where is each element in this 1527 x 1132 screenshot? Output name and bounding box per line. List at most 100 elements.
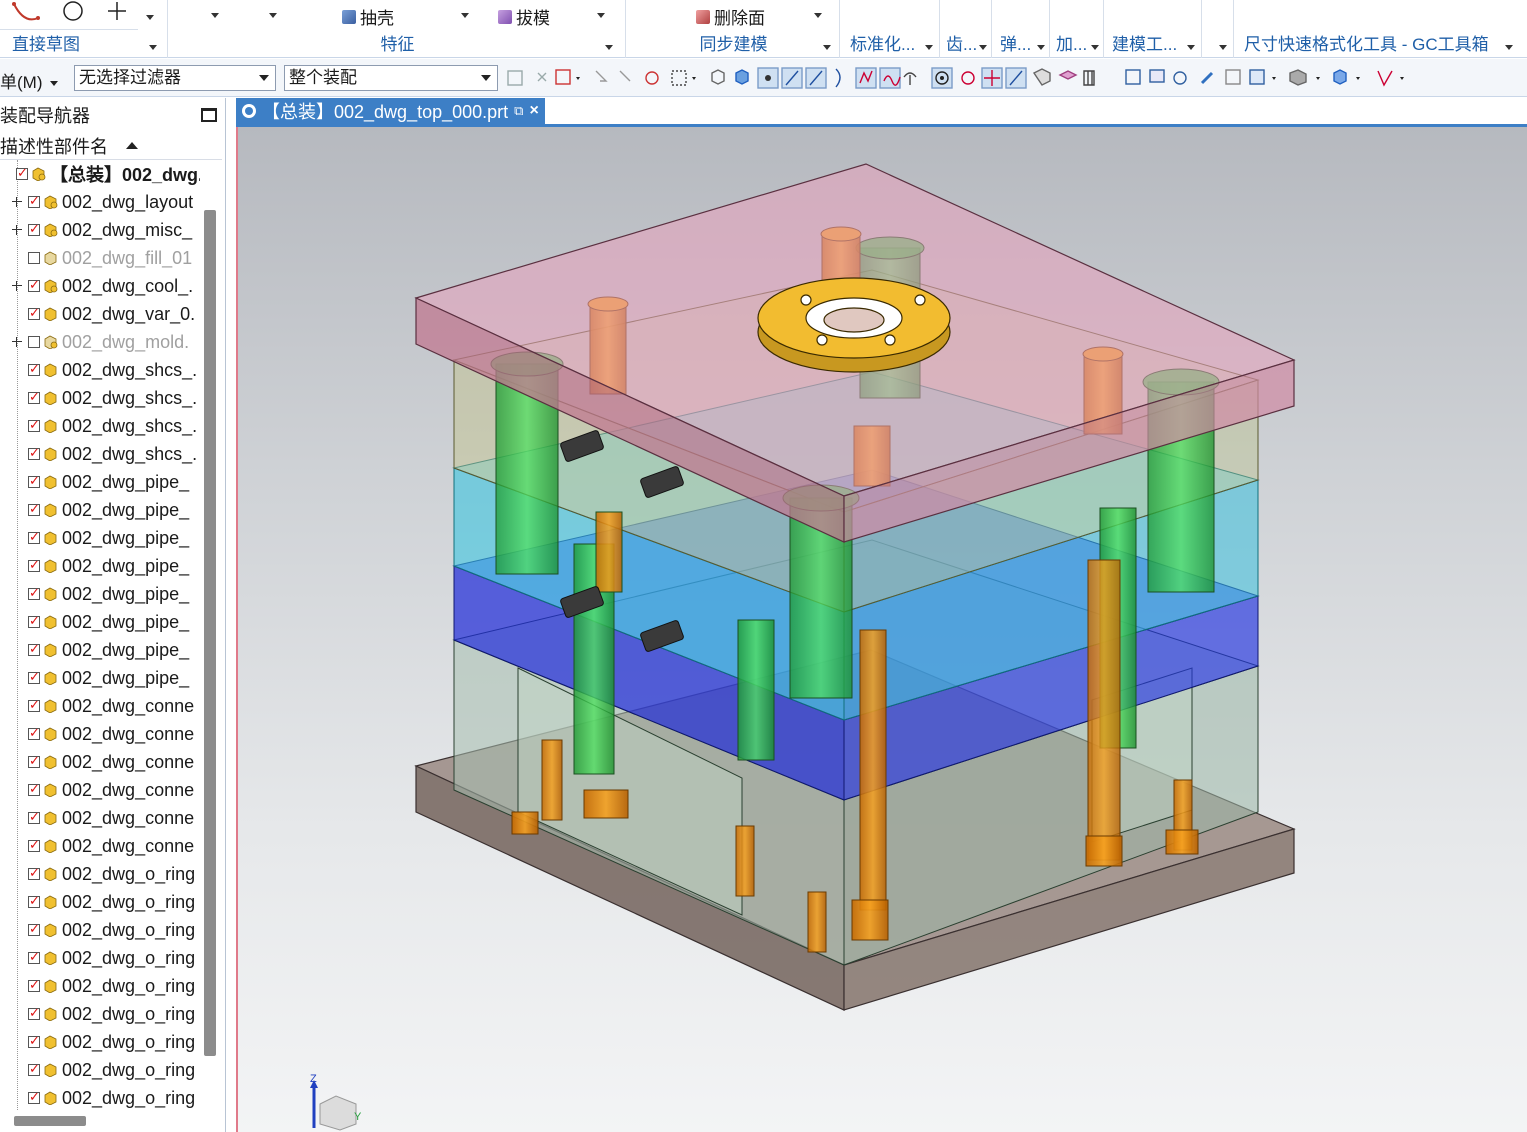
- visibility-checkbox[interactable]: [28, 1033, 40, 1049]
- visibility-checkbox[interactable]: [28, 252, 40, 264]
- tree-node[interactable]: 002_dwg_layout: [0, 188, 200, 216]
- tree-node[interactable]: 002_dwg_pipe_: [0, 468, 200, 496]
- visibility-checkbox[interactable]: [28, 193, 40, 209]
- tree-node[interactable]: 002_dwg_shcs_.: [0, 412, 200, 440]
- visibility-checkbox[interactable]: [28, 1089, 40, 1105]
- expand-icon[interactable]: [12, 225, 22, 235]
- visibility-checkbox[interactable]: [28, 305, 40, 321]
- group-expand-gc-toolbox[interactable]: [1505, 45, 1513, 50]
- tree-root-assembly[interactable]: 【总装】002_dwg.: [0, 160, 200, 188]
- tree-node[interactable]: 002_dwg_pipe_: [0, 636, 200, 664]
- close-icon[interactable]: ×: [529, 102, 538, 120]
- visibility-checkbox[interactable]: [28, 529, 40, 545]
- maximize-icon[interactable]: [201, 108, 217, 122]
- visibility-checkbox[interactable]: [28, 336, 40, 348]
- tree-node[interactable]: 002_dwg_conne: [0, 720, 200, 748]
- visibility-checkbox[interactable]: [28, 557, 40, 573]
- feature-dropdown-3[interactable]: [461, 13, 469, 18]
- visibility-checkbox[interactable]: [28, 865, 40, 881]
- tree-node[interactable]: 002_dwg_var_0.: [0, 300, 200, 328]
- visibility-checkbox[interactable]: [28, 753, 40, 769]
- tree-node[interactable]: 002_dwg_conne: [0, 748, 200, 776]
- tree-node[interactable]: 002_dwg_pipe_: [0, 552, 200, 580]
- visibility-checkbox[interactable]: [28, 473, 40, 489]
- menu-button[interactable]: 单(M): [0, 68, 59, 93]
- visibility-checkbox[interactable]: [28, 1061, 40, 1077]
- tree-node[interactable]: 002_dwg_o_ring: [0, 1000, 200, 1028]
- visibility-checkbox[interactable]: [28, 417, 40, 433]
- tree-node[interactable]: 002_dwg_pipe_: [0, 608, 200, 636]
- tree-node[interactable]: 002_dwg_o_ring: [0, 1084, 200, 1110]
- visibility-checkbox[interactable]: [28, 1005, 40, 1021]
- delete-face-button[interactable]: 删除面: [696, 4, 765, 29]
- mold-assembly-model[interactable]: Z Y: [238, 127, 1527, 1132]
- tree-node[interactable]: 002_dwg_o_ring: [0, 972, 200, 1000]
- shell-button[interactable]: 抽壳: [342, 4, 394, 29]
- draft-button[interactable]: 拔模: [498, 4, 550, 29]
- tree-node[interactable]: 002_dwg_misc_: [0, 216, 200, 244]
- visibility-checkbox[interactable]: [28, 893, 40, 909]
- tree-node[interactable]: 002_dwg_pipe_: [0, 580, 200, 608]
- group-expand-sync-modeling[interactable]: [823, 45, 831, 50]
- tree-node[interactable]: 002_dwg_conne: [0, 804, 200, 832]
- selection-filter-select[interactable]: 无选择过滤器: [74, 65, 276, 91]
- group-expand-gear[interactable]: [979, 45, 987, 50]
- tree-node[interactable]: 002_dwg_pipe_: [0, 496, 200, 524]
- tree-node[interactable]: 002_dwg_pipe_: [0, 664, 200, 692]
- sync-dropdown[interactable]: [814, 13, 822, 18]
- navigator-vertical-scrollbar[interactable]: [204, 210, 216, 1056]
- tree-node[interactable]: 002_dwg_o_ring: [0, 1056, 200, 1084]
- visibility-checkbox[interactable]: [28, 361, 40, 377]
- visibility-checkbox[interactable]: [28, 781, 40, 797]
- tree-node[interactable]: 002_dwg_o_ring: [0, 1028, 200, 1056]
- tree-node[interactable]: 002_dwg_shcs_.: [0, 356, 200, 384]
- visibility-checkbox[interactable]: [16, 165, 28, 181]
- sketch-more-dropdown[interactable]: [146, 15, 154, 20]
- tree-node[interactable]: 002_dwg_fill_01: [0, 244, 200, 272]
- tree-node[interactable]: 002_dwg_cool_.: [0, 272, 200, 300]
- tree-node[interactable]: 002_dwg_shcs_.: [0, 384, 200, 412]
- visibility-checkbox[interactable]: [28, 613, 40, 629]
- tree-node[interactable]: 002_dwg_shcs_.: [0, 440, 200, 468]
- expand-icon[interactable]: [12, 281, 22, 291]
- group-expand-add[interactable]: [1091, 45, 1099, 50]
- visibility-checkbox[interactable]: [28, 977, 40, 993]
- feature-dropdown-1[interactable]: [211, 13, 219, 18]
- visibility-checkbox[interactable]: [28, 585, 40, 601]
- tree-node[interactable]: 002_dwg_conne: [0, 692, 200, 720]
- group-expand-direct-sketch[interactable]: [149, 45, 157, 50]
- group-expand-overflow[interactable]: [1219, 45, 1227, 50]
- column-header-descriptive-part-name[interactable]: 描述性部件名: [0, 132, 222, 160]
- feature-dropdown-4[interactable]: [597, 13, 605, 18]
- visibility-checkbox[interactable]: [28, 725, 40, 741]
- tree-node[interactable]: 002_dwg_o_ring: [0, 888, 200, 916]
- selection-scope-select[interactable]: 整个装配: [284, 65, 498, 91]
- tree-node[interactable]: 002_dwg_o_ring: [0, 916, 200, 944]
- tree-node[interactable]: 002_dwg_conne: [0, 776, 200, 804]
- group-expand-spring[interactable]: [1037, 45, 1045, 50]
- visibility-checkbox[interactable]: [28, 389, 40, 405]
- visibility-checkbox[interactable]: [28, 949, 40, 965]
- visibility-checkbox[interactable]: [28, 921, 40, 937]
- visibility-checkbox[interactable]: [28, 445, 40, 461]
- tree-node[interactable]: 002_dwg_pipe_: [0, 524, 200, 552]
- feature-dropdown-2[interactable]: [269, 13, 277, 18]
- visibility-checkbox[interactable]: [28, 501, 40, 517]
- document-tab[interactable]: 【总装】002_dwg_top_000.prt ⧉ ×: [236, 98, 545, 124]
- visibility-checkbox[interactable]: [28, 277, 40, 293]
- visibility-checkbox[interactable]: [28, 809, 40, 825]
- group-expand-feature[interactable]: [605, 45, 613, 50]
- expand-icon[interactable]: [12, 197, 22, 207]
- visibility-checkbox[interactable]: [28, 837, 40, 853]
- tree-node[interactable]: 002_dwg_o_ring: [0, 944, 200, 972]
- navigator-horizontal-scrollbar[interactable]: [14, 1116, 86, 1126]
- pin-icon[interactable]: ⧉: [514, 103, 523, 119]
- group-expand-standard[interactable]: [925, 45, 933, 50]
- tree-node[interactable]: 002_dwg_o_ring: [0, 860, 200, 888]
- point-sketch-icon[interactable]: [104, 0, 130, 26]
- arc-sketch-icon[interactable]: [8, 0, 44, 26]
- visibility-checkbox[interactable]: [28, 697, 40, 713]
- visibility-checkbox[interactable]: [28, 641, 40, 657]
- visibility-checkbox[interactable]: [28, 669, 40, 685]
- tree-node[interactable]: 002_dwg_mold.: [0, 328, 200, 356]
